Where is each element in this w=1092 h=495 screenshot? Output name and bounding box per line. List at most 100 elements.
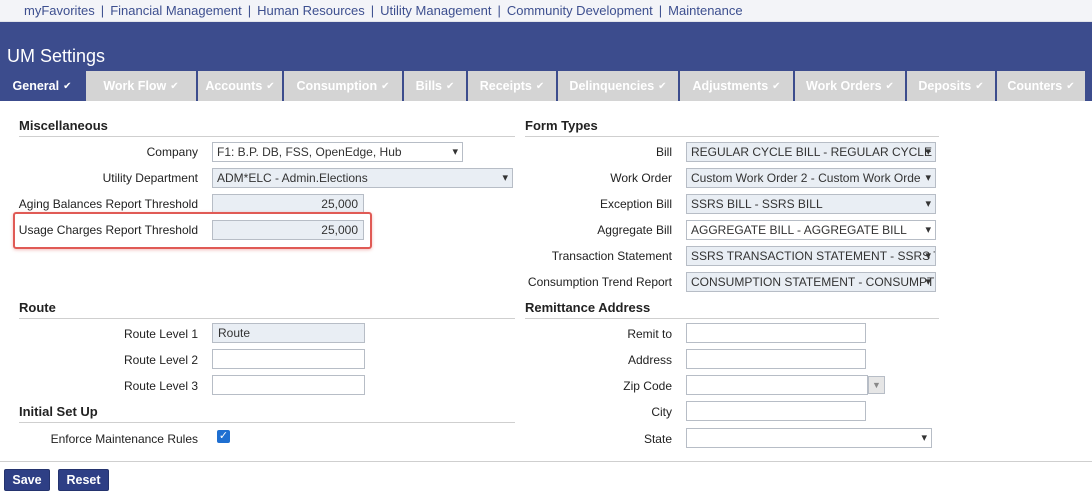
address-input[interactable] [686, 349, 866, 369]
consumption-trend-label: Consumption Trend Report [527, 275, 672, 289]
tab-deposits[interactable]: Deposits ✔ [907, 71, 995, 101]
enforce-maintenance-label: Enforce Maintenance Rules [50, 432, 198, 446]
utility-department-select[interactable]: ADM*ELC - Admin.Elections ▾ [212, 168, 513, 188]
route-level-2-input[interactable] [212, 349, 365, 369]
route-level-2-label: Route Level 2 [123, 353, 198, 367]
chevron-down-icon: ✔ [535, 80, 545, 92]
chevron-down-icon: ▾ [925, 224, 931, 236]
page-title: UM Settings [7, 46, 106, 66]
zip-code-input[interactable] [686, 375, 868, 395]
chevron-down-icon: ▾ [925, 146, 931, 158]
nav-separator: | [100, 3, 105, 18]
chevron-down-icon: ✔ [885, 80, 894, 92]
tab-receipts[interactable]: Receipts ✔ [468, 71, 556, 101]
exception-bill-label: Exception Bill [599, 197, 672, 211]
section-title-form-types: Form Types [525, 118, 939, 137]
chevron-down-icon: ✔ [975, 80, 984, 92]
nav-community-development[interactable]: Community Development [507, 3, 653, 18]
address-label: Address [627, 353, 672, 367]
bill-select[interactable]: REGULAR CYCLE BILL - REGULAR CYCLE BIL ▾ [686, 142, 936, 162]
route-level-3-input[interactable] [212, 375, 365, 395]
city-label: City [651, 405, 672, 419]
state-label: State [643, 432, 672, 446]
transaction-statement-select[interactable]: SSRS TRANSACTION STATEMENT - SSRS TR ▾ [686, 246, 936, 266]
chevron-down-icon: ✔ [1066, 80, 1075, 92]
tab-label: Work Flow [103, 79, 167, 93]
page-header: UM Settings [0, 22, 1092, 71]
aggregate-bill-select-value: AGGREGATE BILL - AGGREGATE BILL [691, 223, 907, 237]
transaction-statement-select-value: SSRS TRANSACTION STATEMENT - SSRS TR [691, 249, 936, 263]
tab-label: Receipts [479, 79, 532, 93]
consumption-trend-select[interactable]: CONSUMPTION STATEMENT - CONSUMPT ▾ [686, 272, 936, 292]
section-title-initial-set-up: Initial Set Up [19, 404, 515, 423]
chevron-down-icon: ✔ [381, 80, 390, 92]
tab-general[interactable]: General ✔ [0, 71, 84, 101]
city-input[interactable] [686, 401, 866, 421]
footer-divider [0, 461, 1092, 462]
state-select[interactable]: ▾ [686, 428, 932, 448]
company-label: Company [146, 145, 198, 159]
chevron-down-icon: ✔ [658, 80, 667, 92]
chevron-down-icon: ▾ [925, 276, 931, 288]
tab-label: Counters [1007, 79, 1063, 93]
nav-utility-management[interactable]: Utility Management [380, 3, 491, 18]
tab-label: General [12, 79, 60, 93]
tab-work-flow[interactable]: Work Flow ✔ [86, 71, 196, 101]
utility-department-select-value: ADM*ELC - Admin.Elections [217, 171, 368, 185]
tab-accounts[interactable]: Accounts ✔ [198, 71, 282, 101]
tab-label: Accounts [205, 79, 263, 93]
tab-label: Deposits [918, 79, 972, 93]
chevron-down-icon: ▾ [921, 432, 927, 444]
nav-human-resources[interactable]: Human Resources [257, 3, 365, 18]
tab-delinquencies[interactable]: Delinquencies ✔ [558, 71, 678, 101]
chevron-down-icon: ▾ [452, 146, 458, 158]
nav-separator: | [247, 3, 252, 18]
nav-separator: | [658, 3, 663, 18]
route-level-1-input[interactable]: Route [212, 323, 365, 343]
tab-label: Work Orders [806, 79, 882, 93]
zip-code-dropdown-button[interactable]: ▼ [868, 376, 885, 394]
chevron-down-icon: ✔ [63, 80, 72, 92]
tab-label: Delinquencies [569, 79, 655, 93]
chevron-down-icon: ✔ [446, 80, 455, 92]
consumption-trend-select-value: CONSUMPTION STATEMENT - CONSUMPT [691, 275, 935, 289]
remit-to-label: Remit to [627, 327, 672, 341]
tab-label: Consumption [296, 79, 378, 93]
section-title-route: Route [19, 300, 515, 319]
work-order-label: Work Order [610, 171, 672, 185]
enforce-maintenance-checkbox[interactable]: ✓ [217, 430, 230, 443]
tab-adjustments[interactable]: Adjustments ✔ [680, 71, 793, 101]
usage-charges-input[interactable]: 25,000 [212, 220, 364, 240]
transaction-statement-label: Transaction Statement [551, 249, 672, 263]
bill-select-value: REGULAR CYCLE BILL - REGULAR CYCLE BIL [691, 145, 936, 159]
bill-label: Bill [655, 145, 672, 159]
tab-counters[interactable]: Counters ✔ [997, 71, 1085, 101]
reset-button[interactable]: Reset [58, 469, 109, 491]
tab-label: Adjustments [692, 79, 769, 93]
aggregate-bill-label: Aggregate Bill [597, 223, 672, 237]
work-order-select-value: Custom Work Order 2 - Custom Work Orde [691, 171, 921, 185]
tab-work-orders[interactable]: Work Orders ✔ [795, 71, 905, 101]
work-order-select[interactable]: Custom Work Order 2 - Custom Work Orde ▾ [686, 168, 936, 188]
nav-separator: | [370, 3, 375, 18]
top-navigation: myFavorites | Financial Management | Hum… [0, 0, 1092, 22]
exception-bill-select[interactable]: SSRS BILL - SSRS BILL ▾ [686, 194, 936, 214]
route-level-1-label: Route Level 1 [123, 327, 198, 341]
nav-financial-management[interactable]: Financial Management [110, 3, 242, 18]
nav-my-favorites[interactable]: myFavorites [24, 3, 95, 18]
tab-bills[interactable]: Bills ✔ [404, 71, 466, 101]
remit-to-input[interactable] [686, 323, 866, 343]
chevron-down-icon: ✔ [266, 80, 275, 92]
aggregate-bill-select[interactable]: AGGREGATE BILL - AGGREGATE BILL ▾ [686, 220, 936, 240]
chevron-down-icon: ▾ [925, 172, 931, 184]
save-button[interactable]: Save [4, 469, 50, 491]
exception-bill-select-value: SSRS BILL - SSRS BILL [691, 197, 823, 211]
company-select[interactable]: F1: B.P. DB, FSS, OpenEdge, Hub ▾ [212, 142, 463, 162]
nav-maintenance[interactable]: Maintenance [668, 3, 742, 18]
tab-consumption[interactable]: Consumption ✔ [284, 71, 402, 101]
aging-balances-input[interactable]: 25,000 [212, 194, 364, 214]
nav-separator: | [497, 3, 501, 18]
tab-bar: General ✔ Work Flow ✔ Accounts ✔ Consumptio… [0, 71, 1092, 101]
utility-department-label: Utility Department [102, 171, 198, 185]
chevron-down-icon: ▾ [925, 198, 931, 210]
